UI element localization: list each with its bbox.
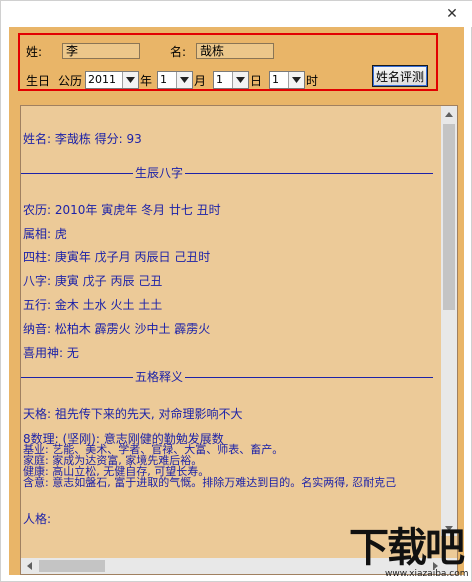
tian-ge: 天格: 祖先传下来的先天, 对命理影响不大 (23, 407, 243, 421)
ren-ge: 人格: (23, 512, 52, 526)
section-divider-left (21, 173, 133, 174)
section-divider-right (185, 377, 433, 378)
evaluate-name-button[interactable]: 姓名评测 (372, 65, 428, 87)
month-value: 1 (160, 73, 167, 86)
app-window: ✕ 姓: 李 名: 哉栋 生日 公历 2011 年 1 月 1 日 1 时 姓名… (0, 0, 472, 582)
four-pillars: 四柱: 庚寅年 戊子月 丙辰日 己丑时 (23, 250, 211, 264)
given-name-label: 名: (170, 45, 187, 59)
year-select[interactable]: 2011 (85, 71, 139, 89)
surname-field[interactable]: 李 (62, 43, 140, 59)
zodiac: 属相: 虎 (23, 227, 67, 241)
hour-unit: 时 (306, 74, 319, 88)
month-unit: 月 (194, 74, 207, 88)
hour-value: 1 (272, 73, 279, 86)
chevron-down-icon[interactable] (176, 72, 192, 88)
result-textbox[interactable]: 姓名: 李哉栋 得分: 93 生辰八字 农历: 2010年 寅虎年 冬月 廿七 … (20, 105, 458, 575)
favorable-god: 喜用神: 无 (23, 346, 79, 360)
section-title-bazi: 生辰八字 (135, 166, 184, 180)
bazi: 八字: 庚寅 戊子 丙辰 己丑 (23, 274, 163, 288)
year-value: 2011 (88, 73, 116, 86)
month-select[interactable]: 1 (157, 71, 193, 89)
watermark-brand: 下载吧 (349, 525, 465, 571)
section-divider-left (21, 377, 133, 378)
given-name-field[interactable]: 哉栋 (196, 43, 274, 59)
chevron-down-icon[interactable] (288, 72, 304, 88)
close-icon: ✕ (446, 6, 458, 22)
year-unit: 年 (140, 74, 153, 88)
watermark-url: www.xiazaiba.com (385, 569, 469, 579)
day-unit: 日 (250, 74, 263, 88)
close-button[interactable]: ✕ (441, 3, 463, 25)
chevron-down-icon[interactable] (122, 72, 138, 88)
vertical-scroll-thumb[interactable] (443, 124, 455, 310)
day-value: 1 (216, 73, 223, 86)
section-divider-right (185, 173, 433, 174)
input-form: 姓: 李 名: 哉栋 生日 公历 2011 年 1 月 1 日 1 时 姓名评测 (18, 33, 438, 91)
surname-label: 姓: (26, 45, 43, 59)
scroll-up-icon[interactable] (441, 106, 457, 122)
watermark-logo: 下载吧 www.xiazaiba.com (349, 527, 469, 579)
birthday-label: 生日 (26, 74, 51, 88)
scroll-left-icon[interactable] (21, 558, 37, 574)
result-content: 姓名: 李哉栋 得分: 93 生辰八字 农历: 2010年 寅虎年 冬月 廿七 … (21, 106, 433, 536)
summary-line: 姓名: 李哉栋 得分: 93 (23, 132, 142, 146)
horizontal-scroll-thumb[interactable] (39, 560, 105, 572)
lunar-date: 农历: 2010年 寅虎年 冬月 廿七 丑时 (23, 203, 221, 217)
five-elements: 五行: 金木 土水 火土 土土 (23, 298, 163, 312)
title-bar: ✕ (1, 1, 472, 27)
day-select[interactable]: 1 (213, 71, 249, 89)
chevron-down-icon[interactable] (232, 72, 248, 88)
hour-select[interactable]: 1 (269, 71, 305, 89)
nayin: 纳音: 松柏木 霹雳火 沙中土 霹雳火 (23, 322, 211, 336)
vertical-scrollbar[interactable] (441, 106, 457, 536)
main-panel: 姓: 李 名: 哉栋 生日 公历 2011 年 1 月 1 日 1 时 姓名评测… (9, 27, 464, 575)
meaning: 含意: 意志如盤石, 富于进取的气慨。排除万难达到目的。名实两得, 忍耐克己 (23, 476, 397, 489)
section-title-wuge: 五格释义 (135, 370, 184, 384)
calendar-type-label: 公历 (58, 74, 83, 88)
